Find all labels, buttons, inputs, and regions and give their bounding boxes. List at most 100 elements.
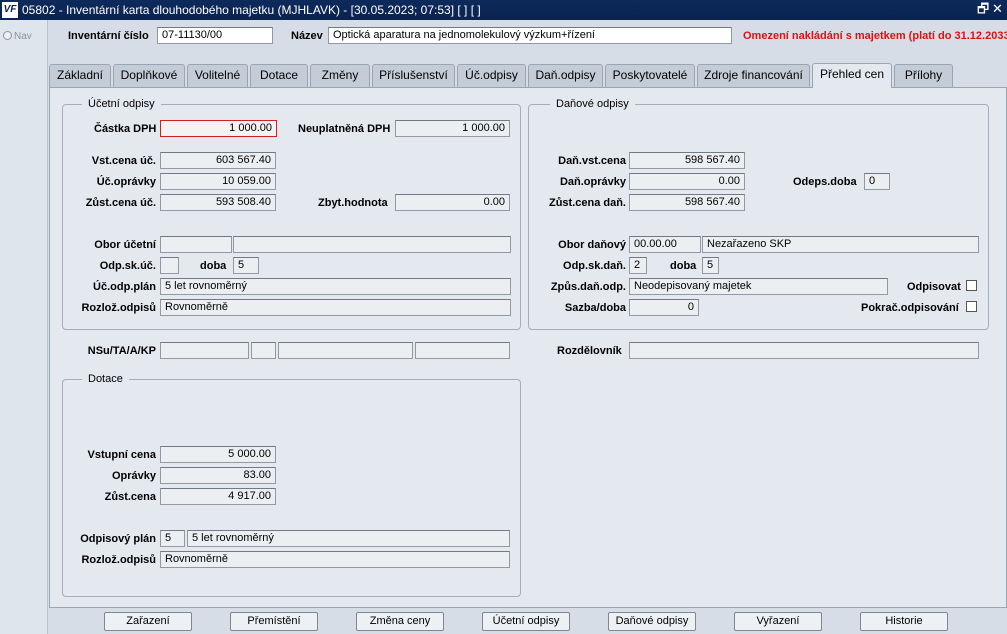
- obor-ucetni-name-field[interactable]: [233, 236, 511, 253]
- vstupni-cena-field[interactable]: 5 000.00: [160, 446, 276, 463]
- tab-prehled-cen[interactable]: Přehled cen: [812, 63, 892, 88]
- tab-doplnkove[interactable]: Doplňkové: [113, 64, 185, 87]
- odp-sk-dan-field[interactable]: 2: [629, 257, 647, 274]
- rozdelovnik-field[interactable]: [629, 342, 979, 359]
- odpisovy-plan-code-field[interactable]: 5: [160, 530, 185, 547]
- dotace-zust-cena-label: Zůst.cena: [104, 491, 156, 503]
- nsu-field[interactable]: [160, 342, 249, 359]
- nsu-label: NSu/TA/A/KP: [87, 345, 156, 357]
- title-bar: VF 05802 - Inventární karta dlouhodobého…: [0, 0, 1007, 20]
- castka-dph-field[interactable]: 1 000.00: [160, 120, 277, 137]
- uc-odp-plan-field[interactable]: 5 let rovnoměrný: [160, 278, 511, 295]
- odp-sk-uc-field[interactable]: [160, 257, 179, 274]
- odp-sk-uc-label: Odp.sk.úč.: [99, 260, 156, 272]
- zbyt-hodnota-field[interactable]: 0.00: [395, 194, 510, 211]
- tab-zdroje-financovani[interactable]: Zdroje financování: [697, 64, 810, 87]
- doba-uc-label: doba: [200, 260, 227, 272]
- pokrac-odpisovani-checkbox[interactable]: [966, 301, 977, 312]
- window-title: 05802 - Inventární karta dlouhodobého ma…: [22, 3, 481, 17]
- tab-ucetni-odpisy[interactable]: Úč.odpisy: [457, 64, 526, 87]
- historie-button[interactable]: Historie: [860, 612, 948, 631]
- zpus-dan-odp-label: Způs.daň.odp.: [550, 281, 626, 293]
- odpisovat-checkbox[interactable]: [966, 280, 977, 291]
- sazba-doba-label: Sazba/doba: [564, 302, 626, 314]
- ucetni-odpisy-group: [62, 104, 521, 330]
- app-logo-icon: VF: [2, 2, 18, 18]
- a-field[interactable]: [278, 342, 413, 359]
- zpus-dan-odp-field[interactable]: Neodepisovaný majetek: [629, 278, 888, 295]
- danove-odpisy-title: Daňové odpisy: [550, 98, 635, 110]
- odeps-doba-label: Odeps.doba: [793, 176, 857, 188]
- danove-odpisy-button[interactable]: Daňové odpisy: [608, 612, 696, 631]
- castka-dph-label: Částka DPH: [94, 123, 157, 135]
- obor-danovy-code-field[interactable]: 00.00.00: [629, 236, 701, 253]
- vst-cena-uc-field[interactable]: 603 567.40: [160, 152, 276, 169]
- dotace-opravky-field[interactable]: 83.00: [160, 467, 276, 484]
- obor-ucetni-code-field[interactable]: [160, 236, 232, 253]
- restriction-warning: Omezení nakládání s majetkem (platí do 3…: [743, 30, 1007, 42]
- vstupni-cena-label: Vstupní cena: [87, 449, 156, 461]
- odpisovy-plan-field[interactable]: 5 let rovnoměrný: [187, 530, 510, 547]
- dan-vst-cena-field[interactable]: 598 567.40: [629, 152, 745, 169]
- nav-toggle[interactable]: Nav: [3, 31, 32, 42]
- zarazeni-button[interactable]: Zařazení: [104, 612, 192, 631]
- tab-zakladni[interactable]: Základní: [49, 64, 111, 87]
- uc-odp-plan-label: Úč.odp.plán: [93, 281, 156, 293]
- neuplatnena-dph-field[interactable]: 1 000.00: [395, 120, 510, 137]
- neuplatnena-dph-label: Neuplatněná DPH: [298, 123, 391, 135]
- obor-danovy-label: Obor daňový: [558, 239, 626, 251]
- left-nav-strip: Nav: [0, 20, 48, 634]
- odeps-doba-field[interactable]: 0: [864, 173, 890, 190]
- vst-cena-uc-label: Vst.cena úč.: [91, 155, 156, 167]
- asset-name-label: Název: [291, 30, 323, 42]
- uc-opravky-field[interactable]: 10 059.00: [160, 173, 276, 190]
- sazba-doba-field[interactable]: 0: [629, 299, 699, 316]
- ucetni-odpisy-title: Účetní odpisy: [82, 98, 161, 110]
- dotace-title: Dotace: [82, 373, 129, 385]
- tab-danove-odpisy[interactable]: Daň.odpisy: [528, 64, 603, 87]
- zust-cena-uc-field[interactable]: 593 508.40: [160, 194, 276, 211]
- premisteni-button[interactable]: Přemístění: [230, 612, 318, 631]
- zust-cena-dan-label: Zůst.cena daň.: [548, 197, 626, 209]
- odpisovat-label: Odpisovat: [907, 281, 961, 293]
- danove-odpisy-group: [528, 104, 989, 330]
- zust-cena-dan-field[interactable]: 598 567.40: [629, 194, 745, 211]
- rozloz-odpisu-field[interactable]: Rovnoměrně: [160, 299, 511, 316]
- vyrazeni-button[interactable]: Vyřazení: [734, 612, 822, 631]
- inventory-number-field[interactable]: 07-11130/00: [157, 27, 273, 44]
- close-window-icon[interactable]: ✕: [992, 2, 1003, 16]
- tab-dotace[interactable]: Dotace: [250, 64, 308, 87]
- dotace-opravky-label: Oprávky: [111, 470, 156, 482]
- dan-opravky-field[interactable]: 0.00: [629, 173, 745, 190]
- odp-sk-dan-label: Odp.sk.daň.: [563, 260, 626, 272]
- obor-ucetni-label: Obor účetní: [94, 239, 156, 251]
- nav-label: Nav: [14, 31, 32, 42]
- dotace-rozloz-field[interactable]: Rovnoměrně: [160, 551, 510, 568]
- zust-cena-uc-label: Zůst.cena úč.: [85, 197, 156, 209]
- ta-field[interactable]: [251, 342, 276, 359]
- tab-poskytovatele[interactable]: Poskytovatelé: [605, 64, 695, 87]
- dotace-zust-cena-field[interactable]: 4 917.00: [160, 488, 276, 505]
- doba-dan-label: doba: [670, 260, 697, 272]
- tab-prislusenstvi[interactable]: Příslušenství: [372, 64, 455, 87]
- dan-vst-cena-label: Daň.vst.cena: [558, 155, 626, 167]
- ucetni-odpisy-button[interactable]: Účetní odpisy: [482, 612, 570, 631]
- zbyt-hodnota-label: Zbyt.hodnota: [318, 197, 388, 209]
- pokrac-odpisovani-label: Pokrač.odpisování: [861, 302, 959, 314]
- tab-volitelne[interactable]: Volitelné: [187, 64, 248, 87]
- tab-prilohy[interactable]: Přílohy: [894, 64, 953, 87]
- asset-name-field[interactable]: Optická aparatura na jednomolekulový výz…: [328, 27, 732, 44]
- rozdelovnik-label: Rozdělovník: [557, 345, 622, 357]
- kp-field[interactable]: [415, 342, 510, 359]
- odpisovy-plan-label: Odpisový plán: [80, 533, 156, 545]
- doba-dan-field[interactable]: 5: [702, 257, 719, 274]
- rozloz-odpisu-label: Rozlož.odpisů: [81, 302, 156, 314]
- nav-radio-icon[interactable]: [3, 31, 12, 40]
- doba-uc-field[interactable]: 5: [233, 257, 259, 274]
- tab-zmeny[interactable]: Změny: [310, 64, 370, 87]
- zmena-ceny-button[interactable]: Změna ceny: [356, 612, 444, 631]
- inventory-number-label: Inventární číslo: [68, 30, 149, 42]
- restore-window-icon[interactable]: 🗗: [977, 2, 989, 16]
- uc-opravky-label: Úč.oprávky: [96, 176, 156, 188]
- obor-danovy-name-field[interactable]: Nezařazeno SKP: [702, 236, 979, 253]
